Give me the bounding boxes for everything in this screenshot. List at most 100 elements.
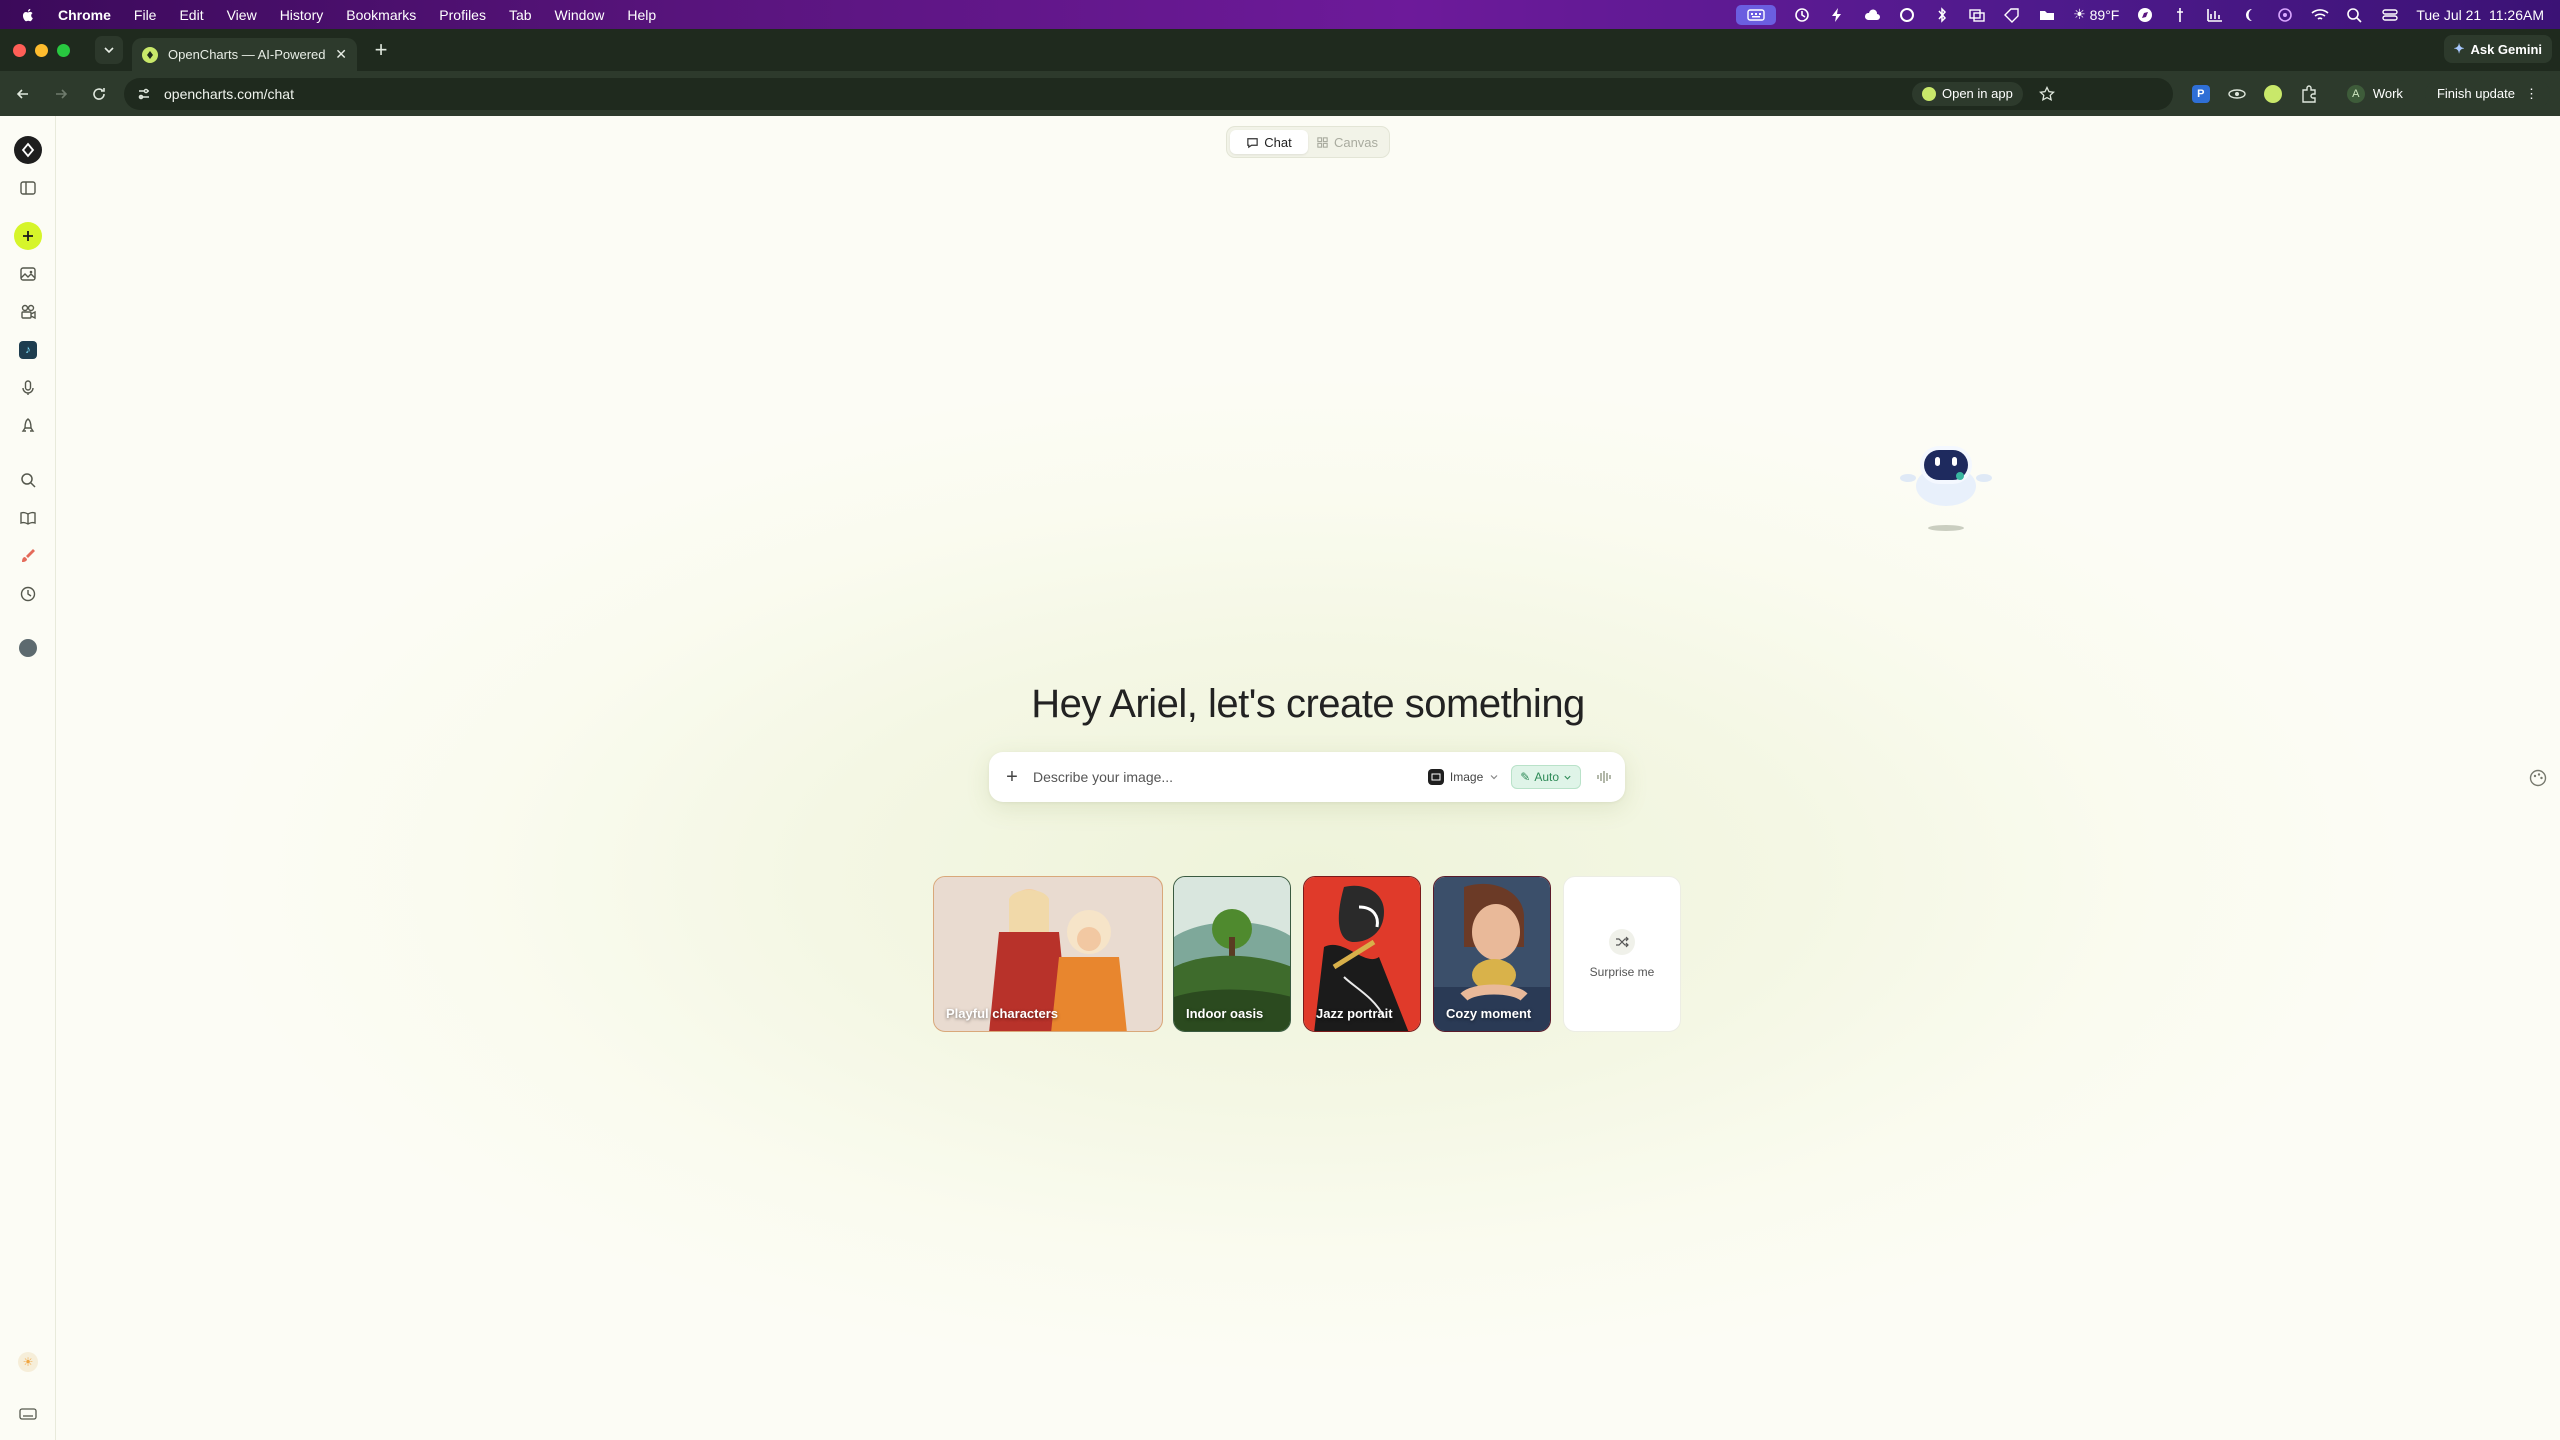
tab-search-button[interactable] <box>95 36 123 64</box>
menu-tab[interactable]: Tab <box>509 7 532 23</box>
surprise-me-card[interactable]: Surprise me <box>1563 876 1681 1032</box>
prompt-input[interactable] <box>1033 769 1428 785</box>
zoom-window-button[interactable] <box>57 43 70 57</box>
inspiration-card[interactable]: Indoor oasis <box>1173 876 1291 1032</box>
address-bar[interactable]: opencharts.com/chat Open in app <box>124 77 2173 110</box>
shuffle-icon <box>1609 929 1635 955</box>
new-tab-button[interactable]: + <box>369 37 393 63</box>
toggle-sidebar-icon[interactable] <box>14 174 42 202</box>
status-area: ☀ 89°F Tue Jul 21 11:26AM <box>1736 0 2544 29</box>
arrow-left-icon <box>16 88 28 99</box>
extensions-puzzle-icon[interactable] <box>2298 83 2320 105</box>
refresh-circle-icon[interactable] <box>1898 7 1916 23</box>
pin-icon[interactable] <box>2171 7 2189 23</box>
cloud-sync-icon[interactable] <box>1793 7 1811 23</box>
tag-icon[interactable] <box>2003 7 2021 23</box>
menu-profiles[interactable]: Profiles <box>439 7 486 23</box>
moon-icon[interactable] <box>2241 7 2259 23</box>
spotlight-search-icon[interactable] <box>2346 7 2364 23</box>
keyboard-shortcuts-icon[interactable] <box>14 1400 42 1428</box>
weather-status[interactable]: ☀ 89°F <box>2073 6 2119 23</box>
surprise-me-label: Surprise me <box>1589 965 1655 979</box>
back-button[interactable] <box>8 79 38 109</box>
tab-chat[interactable]: Chat <box>1230 130 1308 154</box>
keyboard-icon[interactable] <box>1736 4 1777 25</box>
image-type-icon <box>1427 769 1444 785</box>
menu-help[interactable]: Help <box>627 7 656 23</box>
ask-gemini-button[interactable]: ✦ Ask Gemini <box>2443 35 2552 63</box>
bluetooth-icon[interactable] <box>1933 6 1951 23</box>
profile-button[interactable]: A Work <box>2336 79 2413 108</box>
inspiration-card[interactable]: Playful characters <box>933 876 1163 1032</box>
video-camera-icon[interactable] <box>14 298 42 326</box>
menu-bookmarks[interactable]: Bookmarks <box>346 7 416 23</box>
extension-eye-icon[interactable] <box>2226 83 2248 105</box>
inspiration-card[interactable]: Jazz portrait <box>1303 876 1421 1032</box>
sun-theme-icon[interactable]: ☀ <box>18 1352 38 1372</box>
card-label: Playful characters <box>946 1006 1059 1021</box>
more-vertical-icon: ⋮ <box>2525 85 2538 101</box>
apple-icon[interactable] <box>20 7 36 23</box>
browser-toolbar: opencharts.com/chat Open in app P A Work… <box>0 71 2560 116</box>
tab-canvas-label: Canvas <box>1333 134 1379 150</box>
microphone-icon[interactable] <box>14 374 42 402</box>
wifi-icon[interactable] <box>2311 7 2329 23</box>
tab-canvas[interactable]: Canvas <box>1308 130 1386 154</box>
music-app-icon[interactable]: ♪ <box>14 336 42 364</box>
book-icon[interactable] <box>14 504 42 532</box>
extension-opencharts-icon[interactable] <box>2262 83 2284 105</box>
brush-icon[interactable] <box>14 542 42 570</box>
control-center-icon[interactable] <box>2381 7 2399 23</box>
bolt-icon[interactable] <box>1828 7 1846 23</box>
menu-app-name[interactable]: Chrome <box>58 7 111 23</box>
window-controls <box>13 43 70 57</box>
close-tab-icon[interactable]: ✕ <box>335 46 347 63</box>
menu-window[interactable]: Window <box>555 7 605 23</box>
close-window-button[interactable] <box>13 43 26 57</box>
history-clock-icon[interactable] <box>14 580 42 608</box>
weather-temp: 89°F <box>2089 6 2120 23</box>
attach-plus-button[interactable]: + <box>1001 766 1023 788</box>
voice-wave-icon[interactable] <box>1595 768 1613 786</box>
menu-file[interactable]: File <box>134 7 157 23</box>
model-auto-select[interactable]: ✎ Auto <box>1511 765 1581 789</box>
arrow-right-icon <box>56 88 68 99</box>
open-in-app-button[interactable]: Open in app <box>1911 81 2023 106</box>
rocket-icon[interactable] <box>14 412 42 440</box>
image-icon[interactable] <box>14 260 42 288</box>
site-settings-icon[interactable] <box>136 86 152 102</box>
menu-edit[interactable]: Edit <box>179 7 203 23</box>
grid-icon <box>1317 136 1328 148</box>
opencharts-logo-icon[interactable] <box>14 136 42 164</box>
finish-update-button[interactable]: Finish update ⋮ <box>2424 79 2550 108</box>
folder-cloud-icon[interactable] <box>2038 7 2056 23</box>
extension-p-icon[interactable]: P <box>2190 83 2212 105</box>
minimize-window-button[interactable] <box>35 43 48 57</box>
gemini-sparkle-icon: ✦ <box>2453 41 2465 56</box>
user-avatar-icon[interactable] <box>14 634 42 662</box>
forward-button[interactable] <box>46 79 76 109</box>
bookmark-star-icon[interactable] <box>2038 85 2055 102</box>
sparkle-icon: ✎ <box>1520 770 1531 784</box>
reload-button[interactable] <box>84 79 114 109</box>
airplay-icon[interactable] <box>2276 7 2294 23</box>
active-tab[interactable]: OpenCharts — AI-Powered F ✕ <box>132 38 357 71</box>
model-auto-label: Auto <box>1534 770 1559 784</box>
inspiration-card[interactable]: Cozy moment <box>1433 876 1551 1032</box>
menu-history[interactable]: History <box>280 7 324 23</box>
ask-gemini-label: Ask Gemini <box>2470 41 2542 57</box>
generation-type-label: Image <box>1449 770 1484 784</box>
search-icon[interactable] <box>14 466 42 494</box>
chart-icon[interactable] <box>2206 7 2224 23</box>
cloud-icon[interactable] <box>1863 7 1881 23</box>
generation-type-select[interactable]: Image <box>1427 769 1499 785</box>
compass-icon[interactable] <box>2136 7 2154 23</box>
menu-view[interactable]: View <box>227 7 257 23</box>
tab-chat-label: Chat <box>1264 134 1292 150</box>
finish-update-label: Finish update <box>2436 86 2515 101</box>
window-icon[interactable] <box>1968 7 1986 23</box>
menubar-clock[interactable]: Tue Jul 21 11:26AM <box>2416 7 2544 23</box>
palette-icon[interactable] <box>2528 768 2548 788</box>
profile-name: Work <box>2372 86 2403 101</box>
new-creation-button[interactable] <box>14 222 42 250</box>
